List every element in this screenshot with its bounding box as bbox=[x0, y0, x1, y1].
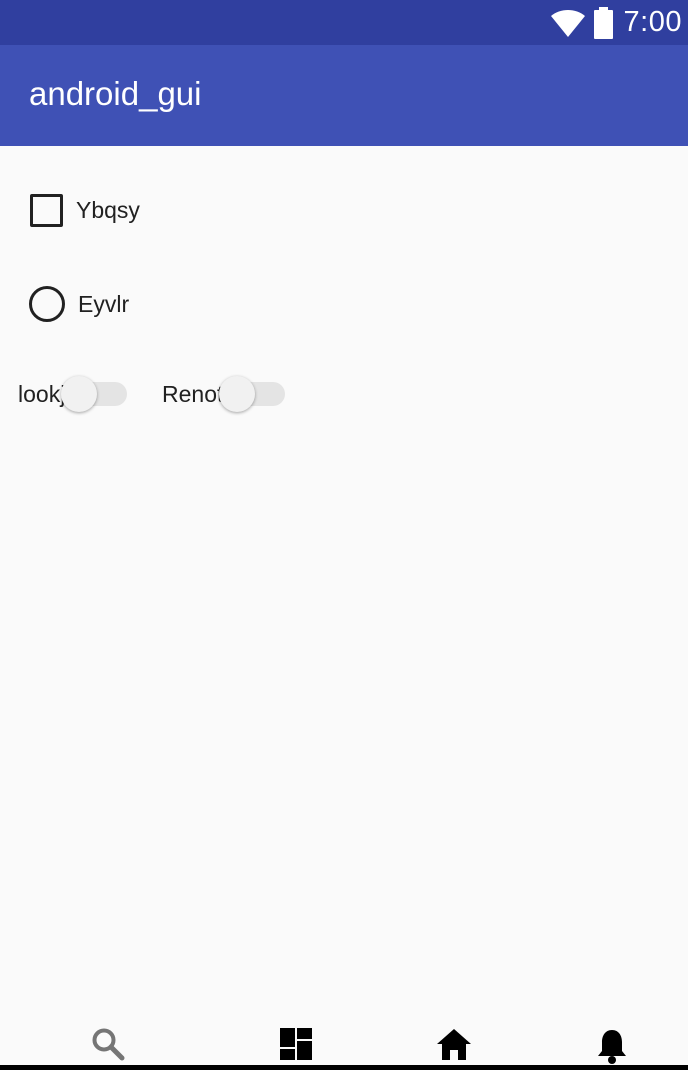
switch-thumb[interactable] bbox=[61, 376, 98, 412]
radio-button[interactable] bbox=[29, 286, 65, 322]
search-icon bbox=[92, 1028, 125, 1061]
radio-eyvlr[interactable]: Eyvlr bbox=[29, 286, 129, 322]
dashboard-icon bbox=[280, 1028, 312, 1060]
switch-lookj[interactable]: lookj bbox=[18, 374, 128, 414]
bottom-navigation bbox=[0, 1020, 688, 1070]
switch-renot[interactable]: Renot bbox=[162, 374, 286, 414]
bottom-divider bbox=[0, 1065, 688, 1070]
app-bar: android_gui bbox=[0, 45, 688, 146]
checkbox-ybqsy[interactable]: Ybqsy bbox=[30, 193, 140, 227]
status-icons: 7:00 bbox=[550, 0, 682, 45]
nav-dashboard[interactable] bbox=[276, 1026, 316, 1064]
wifi-icon bbox=[550, 9, 585, 37]
checkbox-label: Ybqsy bbox=[76, 196, 140, 223]
status-bar: 7:00 bbox=[0, 0, 688, 45]
switch-label: Renot bbox=[162, 380, 224, 407]
radio-label: Eyvlr bbox=[78, 290, 130, 317]
switch-thumb[interactable] bbox=[219, 376, 256, 412]
app-title: android_gui bbox=[29, 75, 202, 112]
checkbox-box[interactable] bbox=[30, 193, 63, 227]
notification-bell-icon bbox=[598, 1030, 626, 1064]
nav-notifications[interactable] bbox=[592, 1026, 632, 1064]
toggle-switch[interactable] bbox=[61, 374, 128, 414]
battery-icon bbox=[593, 6, 613, 39]
status-time: 7:00 bbox=[623, 6, 682, 38]
toggle-switch[interactable] bbox=[219, 374, 286, 414]
nav-search[interactable] bbox=[88, 1026, 128, 1064]
main-content: Ybqsy Eyvlr lookj Renot bbox=[0, 146, 688, 1036]
nav-home[interactable] bbox=[434, 1026, 474, 1064]
switch-label: lookj bbox=[18, 380, 66, 407]
home-icon bbox=[437, 1029, 471, 1060]
